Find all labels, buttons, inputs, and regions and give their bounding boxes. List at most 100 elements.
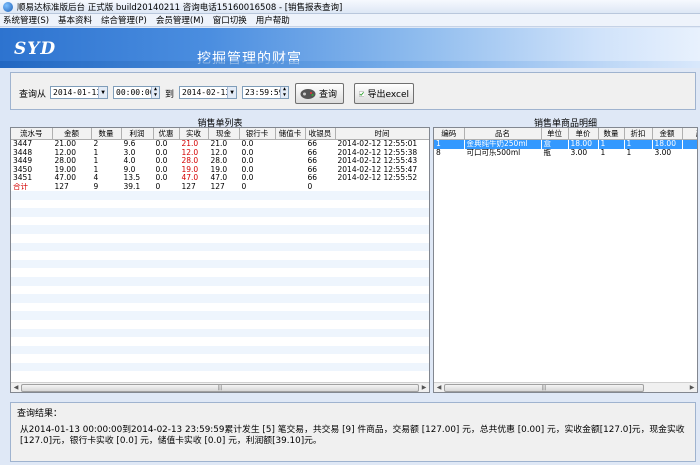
to-date-value: 2014-02-13 <box>182 88 231 97</box>
table-row[interactable]: 3449 28.00 1 4.0 0.0 28.0 28.0 0.0 66 2014-02-12 … <box>11 157 429 166</box>
cell: 12.0 <box>210 148 228 157</box>
empty-row <box>11 328 429 338</box>
from-date-picker[interactable]: 2014-01-13 ▼ <box>50 86 108 99</box>
col-profit[interactable]: 利润 <box>121 128 154 140</box>
cell: 47.0 <box>181 174 199 183</box>
cell: 1 <box>93 165 99 174</box>
app-icon <box>3 1 13 12</box>
cell: 2014-02-12 12:55:38 <box>337 148 418 157</box>
col-stored-card[interactable]: 储值卡 <box>275 128 306 140</box>
banner: SYD 挖掘管理的财富 <box>0 28 700 68</box>
export-excel-button[interactable]: 导出excel <box>354 83 414 104</box>
from-time-value: 00:00:00 <box>116 88 155 97</box>
col-quantity[interactable]: 数量 <box>598 128 625 140</box>
col-product-name[interactable]: 品名 <box>464 128 542 140</box>
col-rate[interactable]: 折扣 <box>624 128 653 140</box>
menu-basic-data[interactable]: 基本资料 <box>58 14 92 26</box>
horizontal-scrollbar[interactable]: ◀ ||| ▶ <box>434 382 697 392</box>
col-origin[interactable]: 产 <box>682 128 697 140</box>
empty-row <box>11 268 429 277</box>
sales-list-grid[interactable]: 流水号 金额 数量 利润 优惠 实收 现金 银行卡 储值卡 收银员 时间 344… <box>10 127 430 393</box>
col-serial[interactable]: 流水号 <box>11 128 53 140</box>
col-discount[interactable]: 优惠 <box>153 128 180 140</box>
cell: 0.0 <box>241 165 254 174</box>
menu-help[interactable]: 用户帮助 <box>256 14 290 26</box>
empty-row <box>11 319 429 329</box>
cell: 1 <box>434 139 464 149</box>
scroll-track[interactable]: ||| <box>21 383 419 392</box>
scroll-thumb[interactable]: ||| <box>444 383 644 392</box>
col-bank-card[interactable]: 银行卡 <box>239 128 276 140</box>
cell: 1 <box>624 139 652 149</box>
dropdown-arrow-icon[interactable]: ▼ <box>98 87 107 98</box>
menu-general[interactable]: 综合管理(P) <box>101 14 147 26</box>
cell: 0.0 <box>155 157 168 166</box>
cell: 3449 <box>13 157 33 166</box>
scroll-left-icon[interactable]: ◀ <box>11 383 21 393</box>
cell: 9.0 <box>123 165 136 174</box>
cell: 2014-02-12 12:55:52 <box>337 174 418 183</box>
cell: 0.0 <box>241 157 254 166</box>
empty-row <box>11 208 429 217</box>
empty-row <box>11 199 429 209</box>
cell: 66 <box>307 139 318 148</box>
dropdown-arrow-icon[interactable]: ▼ <box>227 87 236 98</box>
table-row[interactable]: 3450 19.00 1 9.0 0.0 19.0 19.0 0.0 66 2014-02-12 … <box>11 166 429 175</box>
cell: 3448 <box>13 148 33 157</box>
col-total[interactable]: 金额 <box>652 128 683 140</box>
cell: 0.0 <box>155 139 168 148</box>
spinner-icon[interactable]: ▲ ▼ <box>151 86 159 98</box>
table-row[interactable]: 8 可口可乐500ml 瓶 3.00 1 1 3.00 <box>434 148 697 158</box>
col-code[interactable]: 编码 <box>434 128 465 140</box>
col-unit[interactable]: 单位 <box>541 128 569 140</box>
col-qty[interactable]: 数量 <box>91 128 122 140</box>
to-time-spinner[interactable]: 23:59:59 ▲ ▼ <box>242 86 289 99</box>
col-unit-price[interactable]: 单价 <box>568 128 599 140</box>
table-row[interactable]: 3448 12.00 1 3.0 0.0 12.0 12.0 0.0 66 2014-02-12 … <box>11 149 429 158</box>
empty-row <box>11 337 429 346</box>
cell <box>275 157 305 166</box>
empty-row <box>11 302 429 312</box>
menu-window[interactable]: 窗口切换 <box>213 14 247 26</box>
scroll-track[interactable]: ||| <box>444 383 687 392</box>
cell <box>275 174 305 183</box>
title-bar: 顺易达标准版后台 正式版 build20140211 咨询电话151600165… <box>0 0 700 14</box>
cell: 21.0 <box>210 139 228 148</box>
to-date-picker[interactable]: 2014-02-13 ▼ <box>179 86 237 99</box>
col-time[interactable]: 时间 <box>335 128 429 140</box>
cell: 8 <box>436 148 441 157</box>
scroll-thumb[interactable]: ||| <box>21 383 419 392</box>
table-row[interactable]: 3447 21.00 2 9.6 0.0 21.0 21.0 0.0 66 2014-02-12 … <box>11 140 429 149</box>
cell: 3447 <box>13 139 33 148</box>
empty-row <box>11 345 429 355</box>
from-time-spinner[interactable]: 00:00:00 ▲ ▼ <box>113 86 160 99</box>
scroll-right-icon[interactable]: ▶ <box>419 383 429 393</box>
to-time-value: 23:59:59 <box>245 88 284 97</box>
cell: 0.0 <box>241 148 254 157</box>
table-row-selected[interactable]: 1 金典纯牛奶250ml 盒 18.00 1 1 18.00 <box>434 139 697 149</box>
col-cashier[interactable]: 收银员 <box>305 128 336 140</box>
detail-list-grid[interactable]: 编码 品名 单位 单价 数量 折扣 金额 产 1金典纯牛奶250ml盒18.00… <box>433 127 698 393</box>
cell <box>275 166 305 175</box>
result-panel: 查询结果： 从2014-01-13 00:00:00到2014-02-13 23… <box>10 402 696 462</box>
cell: 19.00 <box>54 165 76 174</box>
search-button[interactable]: 查询 <box>295 83 344 104</box>
col-cash[interactable]: 现金 <box>208 128 240 140</box>
scroll-left-icon[interactable]: ◀ <box>434 383 444 393</box>
empty-row <box>11 285 429 295</box>
col-received[interactable]: 实收 <box>179 128 209 140</box>
from-label: 查询从 <box>19 90 47 100</box>
empty-row <box>11 371 429 381</box>
horizontal-scrollbar[interactable]: ◀ ||| ▶ <box>11 382 429 392</box>
cell <box>682 139 697 149</box>
menu-member[interactable]: 会员管理(M) <box>156 14 204 26</box>
col-amount[interactable]: 金额 <box>52 128 92 140</box>
empty-row <box>11 294 429 303</box>
spinner-icon[interactable]: ▲ ▼ <box>280 86 288 98</box>
menu-system[interactable]: 系统管理(S) <box>3 14 49 26</box>
scroll-right-icon[interactable]: ▶ <box>687 383 697 393</box>
table-row[interactable]: 3451 47.00 4 13.5 0.0 47.0 47.0 0.0 66 2014-02-12… <box>11 174 429 183</box>
cell: 1 <box>93 157 99 166</box>
detail-header-row: 编码 品名 单位 单价 数量 折扣 金额 产 <box>434 128 697 140</box>
cell: 瓶 <box>543 148 552 157</box>
